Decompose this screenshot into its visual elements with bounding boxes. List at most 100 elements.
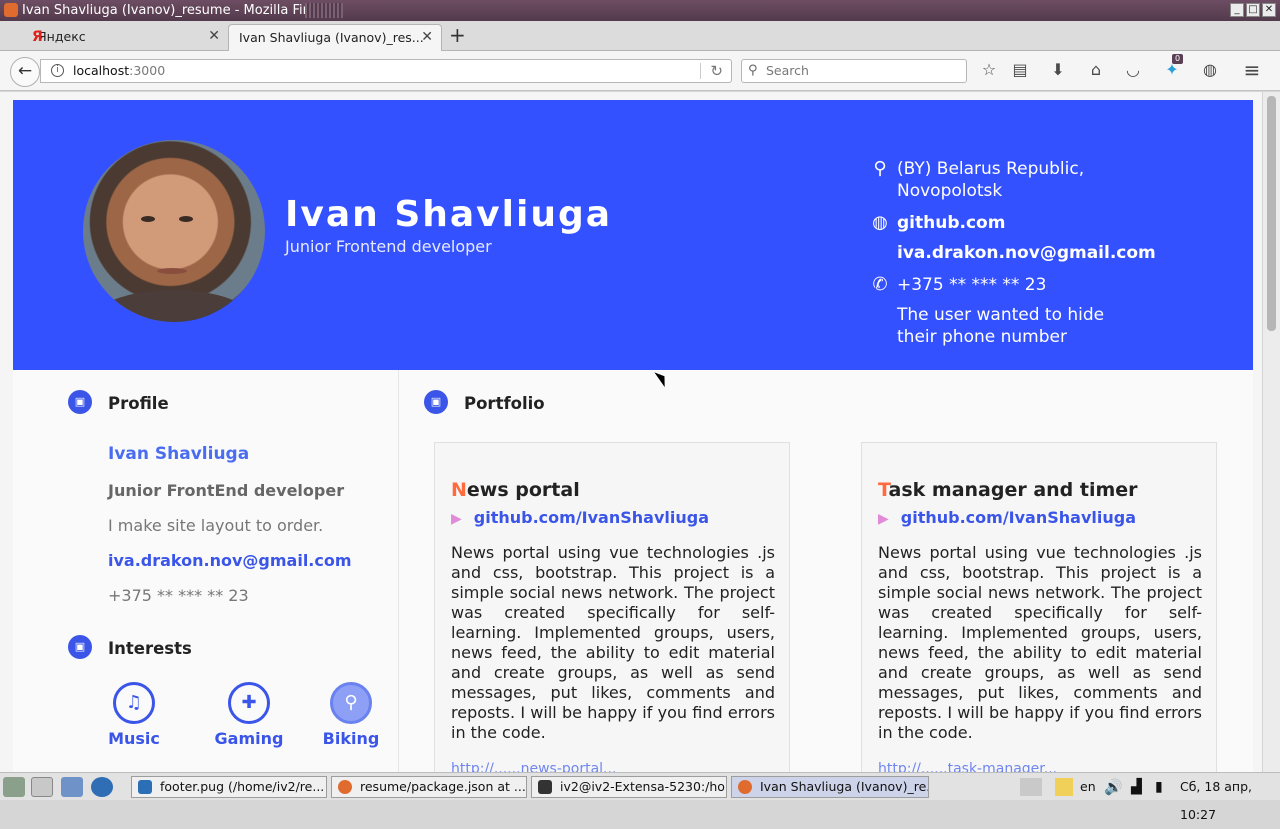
interest-biking[interactable]: ⚲ Biking [311, 682, 391, 748]
bookmarks-library-icon[interactable]: ▤ [1009, 59, 1031, 81]
window-titlebar: Ivan Shavliuga (Ivanov)_resume - Mozilla… [0, 0, 1280, 21]
play-icon: ▶ [451, 511, 462, 527]
keyboard-layout-icon[interactable] [1020, 778, 1042, 796]
profile-phone: +375 ** *** ** 23 [108, 586, 249, 605]
search-placeholder: Search [766, 63, 809, 78]
close-tab-icon[interactable]: ✕ [208, 24, 220, 49]
phone-note-line1: The user wanted to hide [897, 305, 1105, 325]
page-viewport: Ivan Shavliuga Junior Frontend developer… [0, 92, 1262, 772]
task-resume[interactable]: Ivan Shavliuga (Ivanov)_re... [731, 776, 929, 798]
tab-strip: Я Яндекс ✕ Ivan Shavliuga (Ivanov)_res..… [0, 21, 1280, 51]
dashboard-icon[interactable]: ◍ [1199, 59, 1221, 81]
phone-icon: ✆ [872, 274, 888, 295]
back-button[interactable]: ← [10, 57, 40, 87]
url-separator [700, 63, 701, 79]
profile-tagline: I make site layout to order. [108, 516, 324, 535]
location-line2: Novopolotsk [897, 181, 1003, 201]
window-controls: _ □ ✕ [1230, 3, 1276, 17]
new-tab-button[interactable]: + [449, 23, 466, 47]
titlebar-grip[interactable] [305, 3, 343, 18]
tab-label: Яндекс [38, 29, 86, 44]
close-window-button[interactable]: ✕ [1262, 3, 1276, 17]
project-description: News portal using vue technologies .js a… [878, 543, 1202, 742]
url-host: localhost [73, 63, 130, 78]
interest-label: Biking [322, 729, 380, 748]
interests-heading: Interests [108, 639, 192, 658]
yandex-favicon-icon: Я [32, 29, 43, 45]
scrollbar-thumb[interactable] [1267, 96, 1276, 331]
profile-name[interactable]: Ivan Shavliuga [108, 444, 249, 464]
menu-hamburger-icon[interactable]: ≡ [1241, 59, 1263, 81]
project-link[interactable]: ▶ github.com/IvanShavliuga [451, 508, 709, 527]
language-indicator[interactable]: en [1080, 773, 1096, 801]
hero-name: Ivan Shavliuga [285, 194, 613, 235]
taskbar: footer.pug (/home/iv2/re... resume/packa… [0, 772, 1280, 822]
battery-icon[interactable]: ▮ [1155, 773, 1163, 801]
bookmark-star-icon[interactable]: ☆ [978, 59, 1000, 81]
avatar [83, 140, 265, 322]
headphones-icon: ♫ [113, 682, 155, 724]
home-icon[interactable]: ⌂ [1085, 59, 1107, 81]
navigation-toolbar: ← i localhost:3000 ↻ ⚲ Search ☆ ▤ ⬇ ⌂ ◡ … [0, 51, 1280, 91]
interest-music[interactable]: ♫ Music [94, 682, 174, 748]
clock[interactable]: Сб, 18 апр, 10:27 [1180, 773, 1280, 822]
firefox-icon [738, 780, 752, 794]
interest-label: Music [108, 729, 160, 748]
downloads-icon[interactable]: ⬇ [1047, 59, 1069, 81]
phone-note-line2: their phone number [897, 327, 1067, 347]
interest-label: Gaming [214, 729, 284, 748]
briefcase-icon: ▣ [68, 390, 92, 414]
tab-resume[interactable]: Ivan Shavliuga (Ivanov)_res... ✕ [228, 24, 442, 51]
project-extra-link[interactable]: http://......news-portal... [451, 761, 616, 772]
interest-gaming[interactable]: ✚ Gaming [209, 682, 289, 748]
clipboard-icon[interactable] [1055, 778, 1073, 796]
phone-number: +375 ** *** ** 23 [897, 275, 1047, 295]
task-package-json[interactable]: resume/package.json at ... [331, 776, 527, 798]
reload-icon[interactable]: ↻ [710, 60, 723, 82]
location-line1: (BY) Belarus Republic, [897, 159, 1085, 179]
search-input[interactable]: ⚲ Search [741, 59, 967, 83]
globe-icon: ◍ [872, 212, 888, 233]
minimize-button[interactable]: _ [1230, 3, 1244, 17]
profile-heading: Profile [108, 394, 169, 413]
email-link[interactable]: iva.drakon.nov@gmail.com [897, 242, 1156, 264]
project-description: News portal using vue technologies .js a… [451, 543, 775, 742]
hero-role: Junior Frontend developer [285, 237, 492, 256]
tab-yandex[interactable]: Я Яндекс ✕ [8, 24, 228, 51]
browser-launcher-icon[interactable] [91, 777, 113, 797]
project-title: News portal [451, 479, 580, 501]
extension-icon[interactable]: ✦ 0 [1161, 54, 1184, 81]
site-info-icon[interactable]: i [51, 64, 64, 77]
website-link[interactable]: github.com [897, 212, 1005, 234]
profile-email-link[interactable]: iva.drakon.nov@gmail.com [108, 551, 352, 570]
page-scrollbar[interactable] [1262, 92, 1280, 772]
location-pin-icon: ⚲ [873, 158, 887, 179]
maximize-button[interactable]: □ [1246, 3, 1260, 17]
url-port: :3000 [129, 63, 166, 78]
show-desktop-icon[interactable] [31, 777, 53, 797]
volume-icon[interactable]: 🔊 [1104, 773, 1123, 801]
left-column: ▣ Profile Ivan Shavliuga Junior FrontEnd… [13, 370, 399, 772]
play-icon: ▶ [878, 511, 889, 527]
profile-role: Junior FrontEnd developer [108, 481, 345, 500]
task-terminal[interactable]: iv2@iv2-Extensa-5230:/ho... [531, 776, 727, 798]
task-footer-pug[interactable]: footer.pug (/home/iv2/re... [131, 776, 327, 798]
start-menu-icon[interactable] [3, 777, 25, 797]
extension-badge: 0 [1172, 54, 1184, 64]
file-manager-icon[interactable] [61, 777, 83, 797]
url-bar[interactable]: i localhost:3000 ↻ [40, 59, 732, 83]
project-link[interactable]: ▶ github.com/IvanShavliuga [878, 508, 1136, 527]
firefox-icon [338, 780, 352, 794]
project-extra-link[interactable]: http://......task-manager... [878, 761, 1057, 772]
close-tab-icon[interactable]: ✕ [421, 25, 433, 50]
gamepad-icon: ✚ [228, 682, 270, 724]
window-title: Ivan Shavliuga (Ivanov)_resume - Mozilla… [22, 3, 336, 18]
pocket-icon[interactable]: ◡ [1122, 59, 1144, 81]
resume-header: Ivan Shavliuga Junior Frontend developer… [13, 100, 1253, 370]
briefcase-icon: ▣ [424, 390, 448, 414]
briefcase-icon: ▣ [68, 635, 92, 659]
editor-icon [138, 780, 152, 794]
portfolio-heading: Portfolio [464, 394, 545, 413]
project-card: Task manager and timer ▶ github.com/IvanS… [861, 442, 1217, 772]
network-signal-icon[interactable]: ▟ [1131, 773, 1142, 801]
